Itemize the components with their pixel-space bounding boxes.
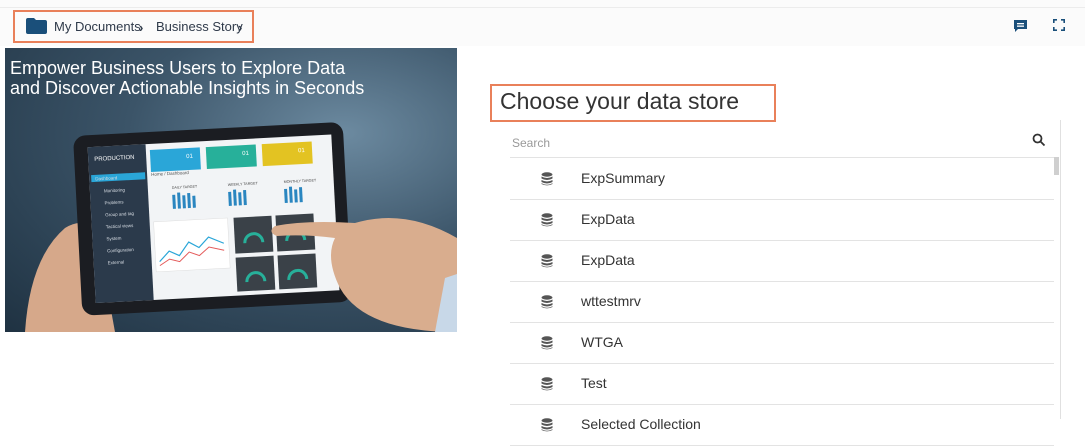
comment-icon[interactable] [1014, 20, 1027, 32]
database-icon [541, 377, 553, 391]
database-icon [541, 295, 553, 309]
database-icon [541, 254, 553, 268]
breadcrumb: My Documents › Business Story › [13, 10, 254, 43]
search-input[interactable]: Search [512, 136, 550, 150]
datastore-item[interactable]: ExpData [510, 240, 1054, 282]
svg-text:Problems: Problems [104, 199, 124, 205]
database-icon [541, 172, 553, 186]
datastore-item-label: Selected Collection [581, 416, 701, 432]
svg-text:External: External [108, 259, 125, 265]
breadcrumb-item-business-story[interactable]: Business Story [156, 19, 243, 34]
datastore-item[interactable]: wttestmrv [510, 281, 1054, 323]
datastore-item[interactable]: ExpSummary [510, 158, 1054, 200]
datastore-item-label: wttestmrv [581, 293, 641, 309]
datastore-item[interactable]: Selected Collection [510, 404, 1054, 446]
datastore-item[interactable]: ExpData [510, 199, 1054, 241]
datastore-heading: Choose your data store [500, 88, 740, 114]
svg-text:01: 01 [242, 151, 250, 157]
datastore-item-label: ExpData [581, 211, 635, 227]
scrollbar-thumb[interactable] [1054, 157, 1059, 175]
datastore-item[interactable]: Test [510, 363, 1054, 405]
datastore-item-label: WTGA [581, 334, 623, 350]
database-icon [541, 418, 553, 432]
search-icon[interactable] [1032, 133, 1046, 147]
chevron-right-icon: › [139, 20, 144, 35]
database-icon [541, 213, 553, 227]
breadcrumb-item-my-documents[interactable]: My Documents [54, 19, 141, 34]
datastore-item[interactable]: WTGA [510, 322, 1054, 364]
svg-text:01: 01 [186, 154, 194, 160]
hero-image: Empower Business Users to Explore Data a… [5, 48, 457, 332]
list-border [1060, 120, 1061, 419]
chevron-right-icon: › [238, 20, 243, 35]
datastore-item-label: ExpData [581, 252, 635, 268]
folder-icon[interactable] [26, 18, 47, 34]
tablet-illustration: PRODUCTION Dashboard Monitoring Problems… [25, 122, 457, 332]
expand-icon[interactable] [1053, 19, 1065, 31]
database-icon [541, 336, 553, 350]
top-bar: My Documents › Business Story › [0, 0, 1085, 46]
top-divider [0, 7, 1085, 8]
datastore-item-label: ExpSummary [581, 170, 666, 186]
svg-text:01: 01 [298, 148, 306, 154]
datastore-item-label: Test [581, 375, 607, 391]
svg-text:System: System [106, 236, 121, 242]
